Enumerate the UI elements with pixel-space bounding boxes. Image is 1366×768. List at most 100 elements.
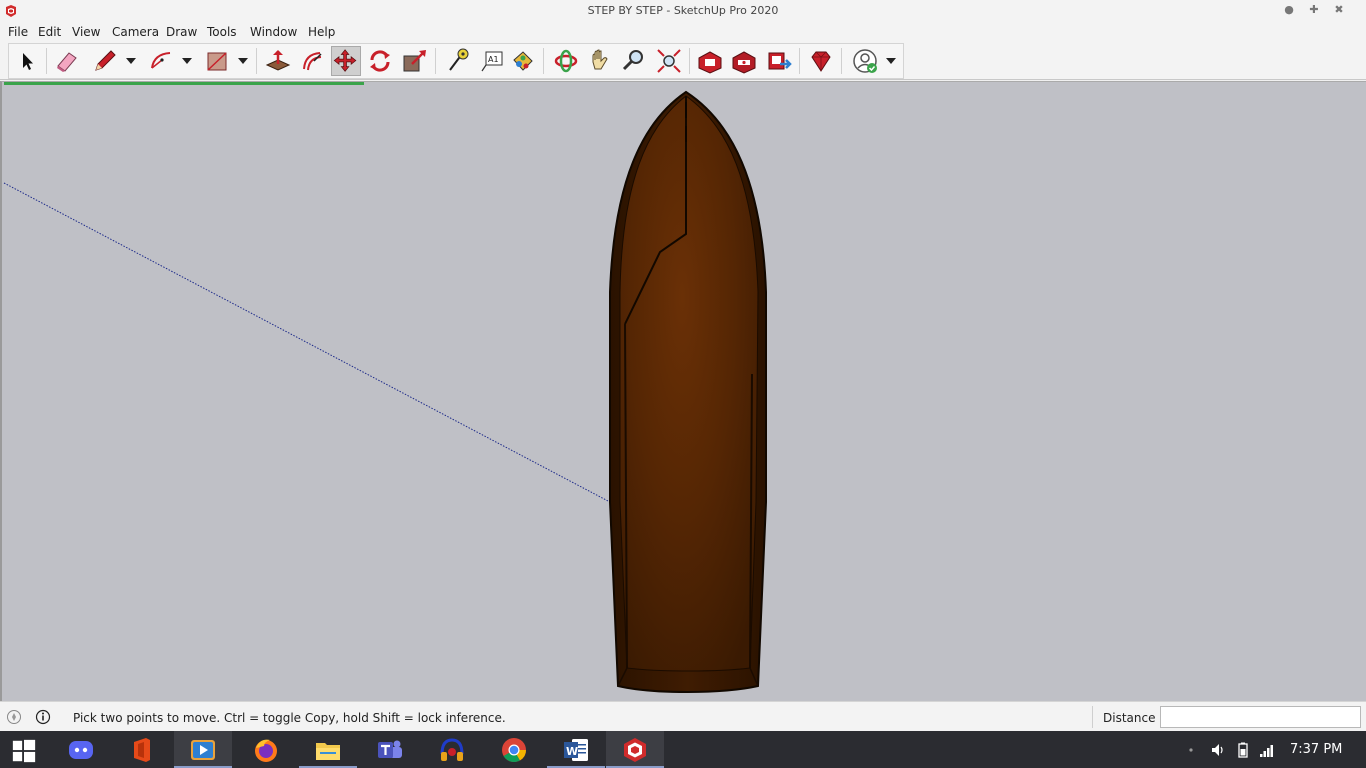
chevron-down-icon[interactable] [125,56,137,66]
start-button[interactable] [0,731,50,768]
pan-tool[interactable] [585,46,615,76]
offset-icon [303,52,322,71]
chrome-icon [502,738,526,763]
tape-measure-icon [449,48,469,71]
rotate-tool[interactable] [365,46,395,76]
maximize-icon[interactable]: ✚ [1303,2,1325,18]
menu-draw[interactable]: Draw [166,25,197,39]
menu-window[interactable]: Window [250,25,297,39]
share-model-icon [768,52,792,70]
taskbar-office[interactable] [113,731,171,768]
tray-overflow-icon[interactable] [1186,742,1196,758]
3d-warehouse-tool[interactable] [695,46,725,76]
menu-view[interactable]: View [72,25,100,39]
taskbar-firefox[interactable] [237,731,295,768]
windows-start-icon [12,739,36,763]
offset-tool[interactable] [297,46,327,76]
extension-warehouse-tool[interactable] [729,46,759,76]
extension-warehouse-icon [732,51,756,74]
ruby-gem-icon [811,51,831,72]
menu-help[interactable]: Help [308,25,335,39]
zoom-extents-tool[interactable] [654,46,684,76]
scale-tool[interactable] [400,46,430,76]
account-tool[interactable] [850,46,880,76]
measurements-label: Distance [1103,711,1156,725]
push-pull-tool[interactable] [263,46,293,76]
share-model-tool[interactable] [764,46,794,76]
paint-bucket-tool[interactable] [508,46,538,76]
sketchup-window: STEP BY STEP - SketchUp Pro 2020 ● ✚ ✖ F… [0,0,1366,768]
toolbar: A1 [0,42,1366,80]
taskbar-audio-app[interactable] [423,731,481,768]
firefox-icon [255,739,277,762]
orbit-tool[interactable] [551,46,581,76]
taskbar-discord[interactable] [52,731,110,768]
status-bar: Pick two points to move. Ctrl = toggle C… [0,701,1366,731]
zoom-tool[interactable] [619,46,649,76]
status-hint-text: Pick two points to move. Ctrl = toggle C… [73,711,506,725]
taskbar-sketchup[interactable] [606,731,664,768]
menu-edit[interactable]: Edit [38,25,61,39]
teams-icon [378,740,402,758]
menu-bar: File Edit View Camera Draw Tools Window … [0,22,1366,42]
menu-camera[interactable]: Camera [112,25,159,39]
network-signal-icon[interactable] [1259,742,1275,758]
menu-tools[interactable]: Tools [207,25,237,39]
taskbar-media-player[interactable] [174,731,232,768]
discord-icon [69,741,93,759]
toolbar-separator [799,48,800,74]
select-tool[interactable] [12,46,42,76]
eraser-tool[interactable] [52,46,82,76]
arc-tool[interactable] [146,46,176,76]
move-arrows-icon [333,49,357,72]
svg-text:A1: A1 [488,55,499,64]
minimize-icon[interactable]: ● [1278,2,1300,18]
taskbar-chrome[interactable] [485,731,543,768]
file-explorer-icon [316,743,340,760]
model-canvas[interactable] [2,82,1366,702]
extension-manager-tool[interactable] [806,46,836,76]
close-icon[interactable]: ✖ [1328,2,1350,18]
toolbar-separator [689,48,690,74]
taskbar-clock[interactable]: 7:37 PM [1290,742,1342,757]
toolbar-separator [46,48,47,74]
office-icon [134,738,150,762]
zoom-extents-icon [657,49,681,73]
taskbar-teams[interactable] [361,731,419,768]
word-icon: W [564,739,588,761]
tape-measure-tool[interactable] [442,46,472,76]
arc-icon [151,52,171,69]
measurements-input[interactable] [1160,706,1361,728]
line-tool[interactable] [90,46,120,76]
menu-file[interactable]: File [8,25,28,39]
geo-location-icon[interactable] [6,709,22,725]
media-player-icon [191,740,215,760]
taskbar-word[interactable]: W [547,731,605,768]
move-tool[interactable] [331,46,361,76]
toolbar-separator [435,48,436,74]
headphones-app-icon [440,738,464,761]
inference-axis-line [3,182,609,502]
window-title: STEP BY STEP - SketchUp Pro 2020 [587,4,779,17]
hand-icon [592,49,608,70]
text-tool[interactable]: A1 [477,46,507,76]
toolbar-separator [543,48,544,74]
text-label-icon: A1 [481,51,503,72]
taskbar-file-explorer[interactable] [299,731,357,768]
chevron-down-icon[interactable] [181,56,193,66]
toolbar-separator [841,48,842,74]
modeling-viewport[interactable] [0,81,1366,701]
status-divider [1092,706,1093,728]
paint-bucket-icon [513,51,533,71]
warehouse-icon [698,51,722,74]
rectangle-tool[interactable] [202,46,232,76]
battery-icon[interactable] [1235,742,1251,758]
boat-hull-deck[interactable] [619,95,759,672]
volume-icon[interactable] [1210,742,1226,758]
arrow-cursor-icon [23,53,33,70]
chevron-down-icon[interactable] [885,56,897,66]
chevron-down-icon[interactable] [237,56,249,66]
scale-icon [403,50,426,72]
svg-text:W: W [566,745,578,758]
info-icon[interactable] [35,709,51,725]
